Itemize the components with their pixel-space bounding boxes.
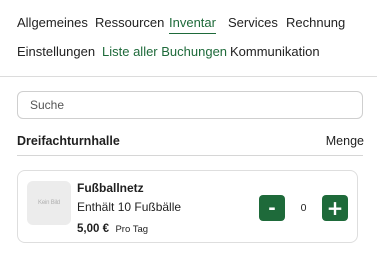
item-price-unit: Pro Tag xyxy=(115,224,149,235)
tab-ressourcen[interactable]: Ressourcen xyxy=(95,15,164,30)
thumbnail-placeholder-text: Kein Bild xyxy=(38,200,60,206)
item-description: Enthält 10 Fußbälle xyxy=(77,200,182,214)
quantity-value: 0 xyxy=(300,202,307,214)
item-price: 5,00 € xyxy=(77,223,109,235)
tab-services[interactable]: Services xyxy=(228,15,278,30)
increase-quantity-button[interactable]: + xyxy=(322,195,348,221)
tab-inventar[interactable]: Inventar xyxy=(169,15,216,34)
tab-inventar-label: Inventar xyxy=(169,15,216,30)
tab-allgemeines[interactable]: Allgemeines xyxy=(17,15,88,30)
item-thumbnail-placeholder: Kein Bild xyxy=(27,181,71,225)
search-input[interactable] xyxy=(17,91,363,119)
quantity-column-header: Menge xyxy=(325,134,364,148)
decrease-quantity-button[interactable]: - xyxy=(259,195,285,221)
active-tab-indicator xyxy=(169,33,216,34)
item-name: Fußballnetz xyxy=(77,181,144,195)
tab-rechnung[interactable]: Rechnung xyxy=(286,15,345,30)
tab-kommunikation[interactable]: Kommunikation xyxy=(230,44,320,59)
inventory-item-card: Kein Bild Fußballnetz Enthält 10 Fußbäll… xyxy=(17,170,358,243)
section-divider xyxy=(17,155,363,156)
section-title: Dreifachturnhalle xyxy=(17,134,120,148)
tab-einstellungen[interactable]: Einstellungen xyxy=(17,44,95,59)
tab-liste-aller-buchungen[interactable]: Liste aller Buchungen xyxy=(102,44,227,59)
item-price-row: 5,00 € Pro Tag xyxy=(77,219,148,237)
tab-navigation: Allgemeines Ressourcen Inventar Services… xyxy=(0,0,377,77)
